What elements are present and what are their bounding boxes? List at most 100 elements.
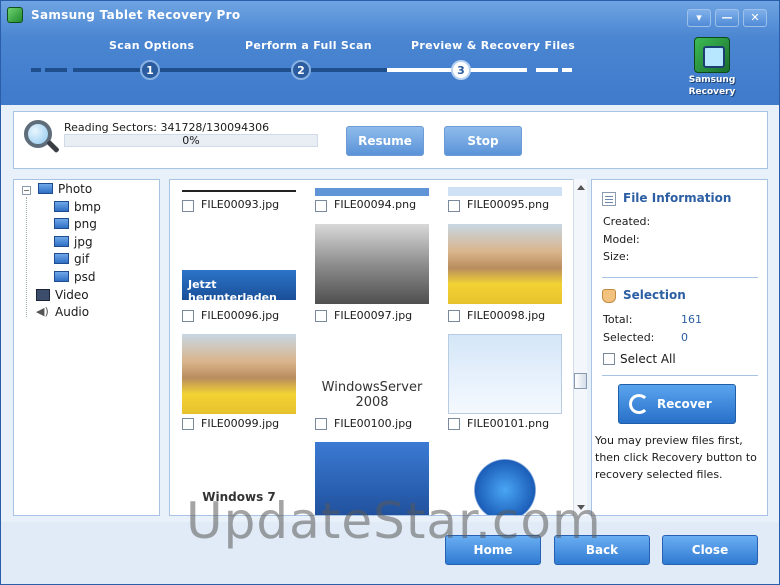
speaker-icon: ◀) [36,305,49,318]
video-icon [36,288,50,301]
track-dash [45,68,67,72]
scrollbar-thumb[interactable] [574,373,587,389]
file-item[interactable]: Jetzt herunterladen FILE00096.jpg [170,224,300,330]
scroll-down-arrow-icon[interactable] [577,505,585,510]
file-thumbnail[interactable] [182,180,296,196]
file-thumbnail[interactable] [448,334,562,414]
file-thumbnail[interactable] [315,224,429,304]
created-label: Created: [603,215,651,228]
tree-label-video: Video [55,288,89,302]
scroll-up-arrow-icon[interactable] [577,185,585,190]
tree-label: gif [74,252,90,266]
progress-percent: 0% [182,134,200,147]
reading-sectors-text: Reading Sectors: 341728/130094306 [64,121,270,134]
file-information-title: File Information [623,191,732,205]
file-item[interactable]: FILE00098.jpg [436,224,566,330]
file-thumbnail[interactable]: WindowsServer 2008 [315,334,429,414]
tree-item-png[interactable]: png [54,217,97,234]
total-label: Total: [603,313,633,326]
folder-icon [54,253,69,264]
track-dash [31,68,41,72]
file-thumbnail[interactable] [448,442,562,515]
track-dash [536,68,558,72]
file-name: FILE00101.png [467,417,550,430]
file-thumbnail[interactable] [182,334,296,414]
window-title: Samsung Tablet Recovery Pro [31,8,241,22]
home-button[interactable]: Home [445,535,541,565]
tree-item-gif[interactable]: gif [54,252,89,269]
app-window: Samsung Tablet Recovery Pro ▾ — ✕ Scan O… [0,0,780,585]
file-item[interactable]: FILE00099.jpg [170,334,300,440]
tree-item-video[interactable]: Video [36,288,89,305]
file-thumbnail[interactable] [448,180,562,196]
tree-item-psd[interactable]: psd [54,270,96,287]
file-thumbnail[interactable]: Jetzt herunterladen [182,270,296,300]
folder-icon [38,183,53,194]
file-checkbox[interactable] [448,418,460,430]
file-checkbox[interactable] [315,200,327,212]
file-item[interactable]: FILE00097.jpg [303,224,433,330]
close-button[interactable]: Close [662,535,758,565]
folder-icon [54,236,69,247]
selection-title: Selection [623,288,686,302]
tree-item-audio[interactable]: ◀) Audio [36,305,89,322]
selected-value: 0 [681,331,688,344]
step-3-circle: 3 [451,60,471,80]
collapse-toggle-icon[interactable]: − [22,186,31,195]
track-dash [562,68,572,72]
file-item[interactable] [436,442,566,515]
progress-track-done [73,68,387,72]
file-name: FILE00096.jpg [201,309,280,322]
file-item[interactable]: WindowsServer 2008 FILE00100.jpg [303,334,433,440]
tree-label-audio: Audio [55,305,90,319]
file-thumbnail[interactable]: Windows 7 [182,442,296,515]
file-checkbox[interactable] [182,418,194,430]
total-value: 161 [681,313,702,326]
file-item[interactable]: Windows 7 [170,442,300,515]
file-item[interactable]: FILE00101.png [436,334,566,440]
tree-item-bmp[interactable]: bmp [54,200,101,217]
folder-icon [54,201,69,212]
file-thumbnail[interactable] [448,224,562,304]
file-name: FILE00100.jpg [334,417,413,430]
file-checkbox[interactable] [448,310,460,322]
folder-icon [54,218,69,229]
grid-scrollbar[interactable] [573,179,587,516]
file-name: FILE00097.jpg [334,309,413,322]
file-name: FILE00093.jpg [201,198,280,211]
file-preview-grid: FILE00093.jpg FILE00094.png FILE00095.pn… [169,179,587,516]
step-2-circle: 2 [291,60,311,80]
file-name: FILE00095.png [467,198,550,211]
app-icon [7,7,23,23]
file-item[interactable] [303,442,433,515]
file-thumbnail[interactable] [315,442,429,515]
step-label-full-scan: Perform a Full Scan [245,39,372,52]
size-label: Size: [603,250,630,263]
step-label-scan-options: Scan Options [109,39,195,52]
recovery-logo-icon [694,37,730,73]
header-bar: Samsung Tablet Recovery Pro ▾ — ✕ Scan O… [1,1,779,105]
file-checkbox[interactable] [182,200,194,212]
selected-label: Selected: [603,331,655,344]
recovery-hint-text: You may preview files first, then click … [595,434,757,481]
scan-progress-bar: 0% [64,134,318,147]
file-name: FILE00098.jpg [467,309,546,322]
file-checkbox[interactable] [315,310,327,322]
minimize-button[interactable]: — [715,9,739,27]
recover-button[interactable]: Recover [618,384,736,424]
file-checkbox[interactable] [448,200,460,212]
divider [602,375,758,376]
refresh-icon [629,394,649,414]
select-all-label[interactable]: Select All [620,352,676,366]
tree-item-jpg[interactable]: jpg [54,235,93,252]
file-thumbnail[interactable] [315,180,429,196]
file-checkbox[interactable] [182,310,194,322]
stop-button[interactable]: Stop [444,126,522,156]
close-window-button[interactable]: ✕ [743,9,767,27]
menu-dropdown-button[interactable]: ▾ [687,9,711,27]
select-all-checkbox[interactable] [603,353,615,365]
file-checkbox[interactable] [315,418,327,430]
back-button[interactable]: Back [554,535,650,565]
resume-button[interactable]: Resume [346,126,424,156]
bottom-bar: Home Back Close [1,522,779,584]
